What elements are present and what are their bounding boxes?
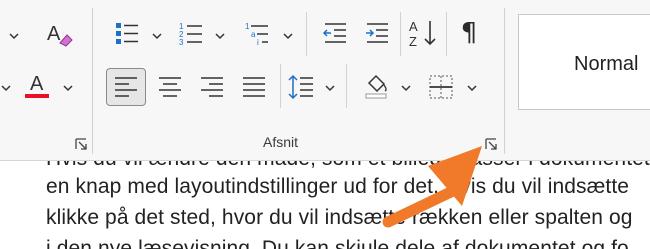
document-line: en knap med layoutindstillinger ud for d… xyxy=(46,175,630,198)
dialog-launcher-icon[interactable] xyxy=(74,137,88,151)
chevron-down-icon[interactable] xyxy=(151,30,163,42)
numbering-button[interactable]: 1 2 3 xyxy=(174,16,208,50)
chevron-down-icon[interactable] xyxy=(466,82,478,94)
svg-text:A: A xyxy=(409,19,418,34)
align-right-button[interactable] xyxy=(194,70,230,104)
separator xyxy=(400,12,401,56)
group-separator xyxy=(504,8,505,154)
chevron-down-icon[interactable] xyxy=(282,30,294,42)
clear-formatting-button[interactable]: A xyxy=(42,16,76,52)
multilevel-list-icon: 1 a i xyxy=(245,22,268,47)
document-line: klikke på det sted, hvor du vil indsætte… xyxy=(46,206,633,229)
style-normal-tile[interactable]: Normal xyxy=(518,14,650,110)
chevron-down-icon[interactable] xyxy=(324,82,336,94)
justify-icon xyxy=(243,77,265,97)
separator xyxy=(346,64,347,108)
paragraph-dialog-launcher-icon[interactable] xyxy=(484,137,498,151)
paragraph-group-label: Afsnit xyxy=(263,134,299,150)
align-left-icon xyxy=(115,77,137,97)
paint-bucket-icon xyxy=(365,74,387,99)
font-color-button[interactable]: A xyxy=(20,70,54,104)
borders-button[interactable] xyxy=(424,70,458,104)
justify-button[interactable] xyxy=(236,70,272,104)
align-left-button[interactable] xyxy=(106,68,146,106)
separator xyxy=(446,12,447,56)
chevron-down-icon[interactable] xyxy=(62,82,74,94)
separator xyxy=(280,64,281,108)
document-line: Hvis du vil ændre den måde, som et bille… xyxy=(46,161,650,171)
align-center-button[interactable] xyxy=(152,70,188,104)
line-spacing-button[interactable] xyxy=(284,70,318,104)
font-color-icon: A xyxy=(25,73,49,98)
pilcrow-icon: ¶ xyxy=(460,18,478,48)
font-group-partial: A A xyxy=(0,0,88,160)
line-spacing-icon xyxy=(288,74,313,100)
borders-icon xyxy=(429,75,453,99)
separator xyxy=(306,12,307,56)
sort-button[interactable]: A Z xyxy=(404,14,442,52)
decrease-indent-button[interactable] xyxy=(318,16,352,50)
svg-text:A: A xyxy=(47,23,61,45)
group-separator xyxy=(92,8,93,154)
svg-text:1: 1 xyxy=(245,22,250,31)
increase-indent-icon xyxy=(366,23,388,43)
svg-text:3: 3 xyxy=(179,38,184,47)
chevron-down-icon[interactable] xyxy=(400,82,412,94)
ribbon-home: A A 1 2 3 1 a i A Z ¶ Afsnit Normal xyxy=(0,0,650,161)
numbering-icon: 1 2 3 xyxy=(179,22,202,47)
shading-button[interactable] xyxy=(358,68,394,104)
align-center-icon xyxy=(159,77,181,97)
chevron-down-icon[interactable] xyxy=(8,30,20,42)
chevron-down-icon[interactable] xyxy=(0,82,12,94)
svg-text:A: A xyxy=(30,73,44,95)
show-formatting-marks-button[interactable]: ¶ xyxy=(452,16,486,50)
style-normal-label: Normal xyxy=(574,53,639,75)
sort-icon: A Z xyxy=(409,19,436,49)
increase-indent-button[interactable] xyxy=(360,16,394,50)
align-right-icon xyxy=(201,77,223,97)
svg-text:a: a xyxy=(251,30,256,39)
multilevel-list-button[interactable]: 1 a i xyxy=(240,16,274,50)
chevron-down-icon[interactable] xyxy=(214,30,226,42)
clear-formatting-icon: A xyxy=(47,23,73,47)
document-line: i den nye læsevisning. Du kan skjule del… xyxy=(46,237,629,249)
svg-text:Z: Z xyxy=(409,34,417,49)
decrease-indent-icon xyxy=(322,23,346,43)
bullets-icon xyxy=(116,23,138,44)
bullets-button[interactable] xyxy=(110,16,144,50)
svg-text:i: i xyxy=(257,38,259,47)
document-body[interactable]: Hvis du vil ændre den måde, som et bille… xyxy=(0,161,650,249)
